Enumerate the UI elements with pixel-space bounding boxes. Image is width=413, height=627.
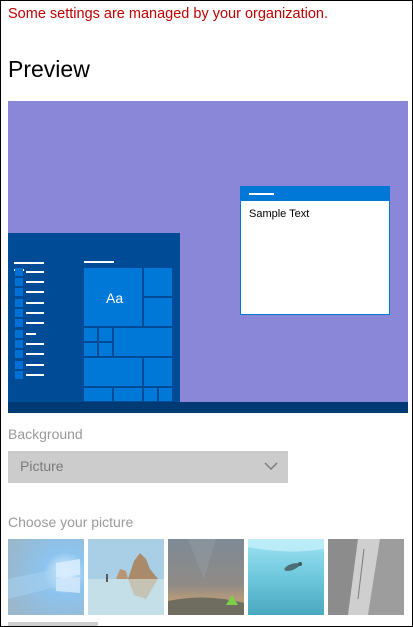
preview-tile <box>143 297 173 327</box>
sample-window-text: Sample Text <box>249 208 310 220</box>
horizontal-scrollbar[interactable] <box>8 622 98 626</box>
start-menu-line <box>14 262 44 264</box>
start-menu-app-icon <box>15 340 23 348</box>
start-menu-app-icon <box>15 330 23 338</box>
start-menu-line <box>26 312 44 314</box>
sample-window-titlebar <box>241 187 389 201</box>
preview-tile <box>143 267 173 297</box>
preview-tile <box>83 357 143 387</box>
desktop-preview: Aa Sample Text <box>8 101 408 413</box>
start-menu-line <box>26 374 44 376</box>
start-menu-app-icon <box>15 361 23 369</box>
background-dropdown-value: Picture <box>20 458 64 474</box>
managed-by-org-notice: Some settings are managed by your organi… <box>8 6 328 22</box>
start-menu-app-icon <box>15 288 23 296</box>
preview-tile <box>98 327 113 342</box>
start-menu-line <box>26 302 44 304</box>
start-menu-app-icon <box>15 278 23 286</box>
start-menu-line <box>26 281 44 283</box>
preview-tile <box>158 387 173 402</box>
sample-window-title-line <box>249 193 274 195</box>
background-label: Background <box>8 426 83 442</box>
start-menu-app-icon <box>15 319 23 327</box>
chevron-down-icon <box>264 462 278 470</box>
tile-sample-label: Aa <box>106 290 124 306</box>
tile-group-header <box>84 261 114 263</box>
choose-picture-label: Choose your picture <box>8 514 134 530</box>
preview-sample-window: Sample Text <box>240 186 390 315</box>
preview-tile <box>83 327 98 342</box>
start-menu-app-icon <box>15 350 23 358</box>
start-menu-app-icon <box>15 268 23 276</box>
start-menu-line <box>26 322 44 324</box>
picture-thumbnails <box>8 539 406 615</box>
preview-tile <box>143 357 173 387</box>
start-menu-app-icon <box>15 371 23 379</box>
start-menu-app-icon <box>15 299 23 307</box>
preview-tile <box>113 327 173 357</box>
start-menu-app-icon <box>15 309 23 317</box>
preview-taskbar <box>8 402 408 413</box>
start-menu-line <box>26 343 44 345</box>
background-dropdown[interactable]: Picture <box>8 451 288 483</box>
start-menu-line <box>26 364 44 366</box>
preview-heading: Preview <box>8 56 90 82</box>
thumbnail-rock-cliff[interactable] <box>328 539 404 615</box>
thumbnail-beach-rocks[interactable] <box>88 539 164 615</box>
preview-tile <box>83 342 98 357</box>
start-menu-line <box>26 333 36 335</box>
start-menu-line <box>26 353 44 355</box>
preview-tile <box>83 387 113 402</box>
preview-tile <box>98 342 113 357</box>
thumbnail-underwater[interactable] <box>248 539 324 615</box>
start-menu-line <box>26 271 44 273</box>
preview-tile <box>113 387 143 402</box>
start-menu-line <box>26 291 44 293</box>
thumbnail-night-tent[interactable] <box>168 539 244 615</box>
thumbnail-windows-light[interactable] <box>8 539 84 615</box>
preview-tile <box>143 387 158 402</box>
